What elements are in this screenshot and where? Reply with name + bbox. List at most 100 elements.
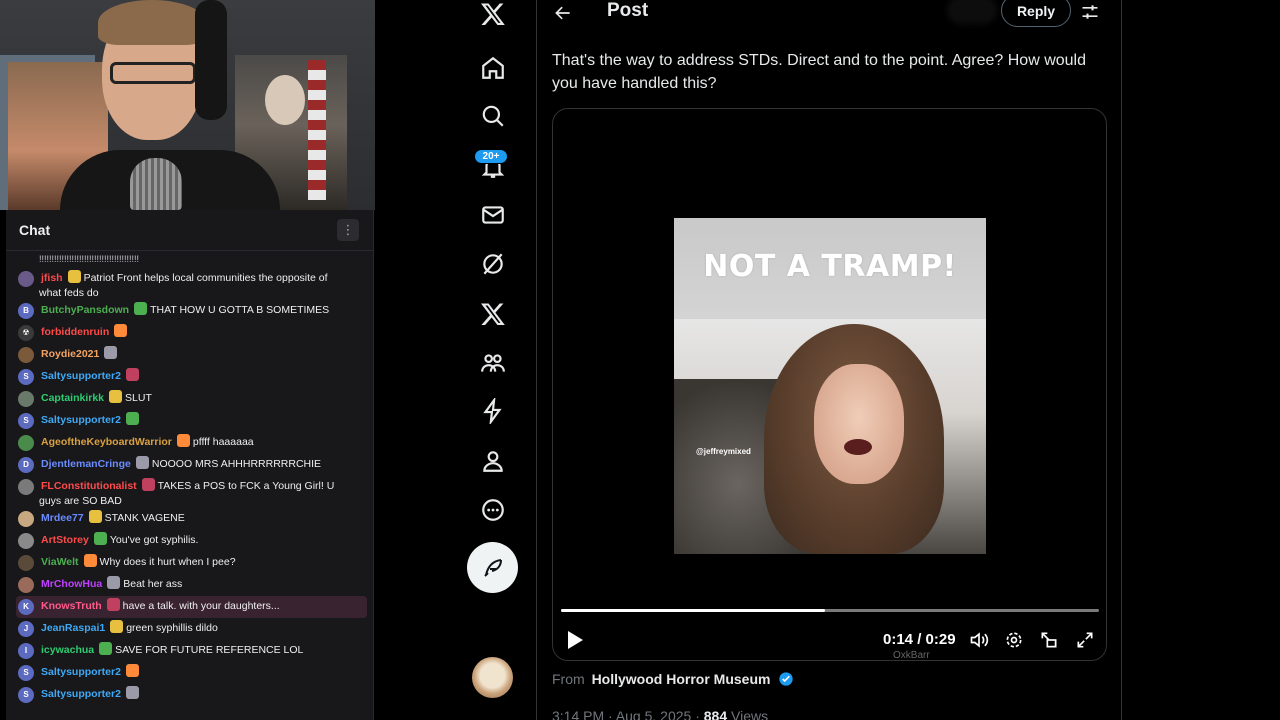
chat-avatar[interactable] [18, 391, 34, 407]
views-label: Views [731, 708, 769, 720]
nav-communities[interactable] [476, 346, 510, 380]
chat-message-list[interactable]: !!!!!!!!!!!!!!!!!!!!!!!!!!!!!!!!!!!!!!!!… [6, 251, 373, 720]
chat-username[interactable]: Saltysupporter2 [41, 370, 121, 382]
chat-avatar[interactable]: ☢ [18, 325, 34, 341]
volume-icon[interactable] [969, 630, 989, 650]
chat-message[interactable]: S Saltysupporter2 [16, 366, 367, 388]
chat-message[interactable]: D DjentlemanCringe NOOOO MRS AHHHRRRRRRCHI… [16, 454, 367, 476]
chat-emote-icon [110, 620, 124, 633]
nav-profile[interactable] [476, 444, 510, 478]
search-icon [482, 105, 504, 127]
chat-avatar[interactable] [18, 435, 34, 451]
mail-icon [482, 206, 504, 224]
fullscreen-icon[interactable] [1075, 630, 1095, 650]
nav-more[interactable] [476, 493, 510, 527]
chat-avatar[interactable] [18, 347, 34, 363]
x-premium-icon [480, 303, 505, 326]
scene-mouth [844, 439, 872, 455]
chat-username[interactable]: jfish [41, 272, 63, 284]
video-player[interactable]: NOT A TRAMP! @jeffreymixed 0:14 / 0:29 O… [552, 108, 1107, 661]
chat-avatar[interactable] [18, 533, 34, 549]
chat-text: SLUT [125, 392, 152, 404]
chat-avatar[interactable]: D [18, 457, 34, 473]
chat-username[interactable]: Saltysupporter2 [41, 414, 121, 426]
chat-emote-icon [99, 642, 113, 655]
column-divider-left [536, 0, 537, 720]
chat-avatar[interactable]: S [18, 687, 34, 703]
chat-username[interactable]: KnowsTruth [41, 600, 102, 612]
back-arrow-icon[interactable] [553, 3, 573, 23]
picture-in-picture-icon[interactable] [1039, 630, 1059, 650]
chat-message[interactable]: Roydie2021 [16, 344, 367, 366]
chat-username[interactable]: Roydie2021 [41, 348, 99, 360]
chat-avatar[interactable] [18, 577, 34, 593]
chat-text: pffff haaaaaa [192, 436, 254, 448]
chat-message[interactable]: S Saltysupporter2 [16, 410, 367, 432]
chat-username[interactable]: icywachua [41, 644, 94, 656]
chat-menu-button[interactable]: ⋮ [337, 219, 359, 241]
chat-username[interactable]: MrChowHua [41, 578, 102, 590]
account-avatar[interactable] [472, 657, 513, 698]
chat-message[interactable]: J JeanRaspai1 green syphillis dildo [16, 618, 367, 640]
post-meta: 3:14 PM · Aug 5, 2025 · 884 Views [552, 708, 768, 720]
chat-avatar[interactable]: J [18, 621, 34, 637]
chat-text: You've got syphilis. [109, 534, 199, 546]
chat-message[interactable]: B ButchyPansdown THAT HOW U GOTTA B SOMETI… [16, 300, 367, 322]
source-account-link[interactable]: Hollywood Horror Museum [592, 671, 771, 687]
nav-verified-orgs[interactable] [476, 394, 510, 428]
home-icon [482, 56, 504, 79]
chat-message[interactable]: MrChowHua Beat her ass [16, 574, 367, 596]
nav-premium[interactable] [476, 297, 510, 331]
chat-avatar[interactable] [18, 511, 34, 527]
chat-username[interactable]: Captainkirkk [41, 392, 104, 404]
chat-message[interactable]: Iicywachua SAVE FOR FUTURE REFERENCE LOL [16, 640, 367, 662]
chat-message[interactable]: S Saltysupporter2 [16, 684, 367, 706]
chat-username[interactable]: ViaWelt [41, 556, 79, 568]
chat-message[interactable]: S Saltysupporter2 [16, 662, 367, 684]
chat-username[interactable]: forbiddenruin [41, 326, 109, 338]
chat-username[interactable]: ButchyPansdown [41, 304, 129, 316]
chat-username[interactable]: Saltysupporter2 [41, 688, 121, 700]
chat-message-body: FLConstitutionalist TAKES a POS to FCK a … [41, 478, 365, 494]
nav-explore[interactable] [476, 99, 510, 133]
nav-grok[interactable] [476, 247, 510, 281]
chat-message[interactable]: ArtStorey You've got syphilis. [16, 530, 367, 552]
chat-avatar[interactable]: K [18, 599, 34, 615]
chat-message-body: Saltysupporter2 [41, 686, 365, 702]
play-icon[interactable] [565, 629, 585, 651]
chat-username[interactable]: FLConstitutionalist [41, 480, 137, 492]
compose-post-button[interactable] [467, 542, 518, 593]
nav-messages[interactable] [476, 198, 510, 232]
chat-username[interactable]: DjentlemanCringe [41, 458, 131, 470]
chat-username[interactable]: Mrdee77 [41, 512, 84, 524]
settings-gear-icon[interactable] [1004, 630, 1024, 650]
chat-emote-icon [83, 554, 97, 567]
chat-message[interactable]: ViaWelt Why does it hurt when I pee? [16, 552, 367, 574]
chat-avatar[interactable]: S [18, 665, 34, 681]
chat-avatar[interactable] [18, 479, 34, 495]
chat-username[interactable]: Saltysupporter2 [41, 666, 121, 678]
chat-message[interactable]: ☢ forbiddenruin [16, 322, 367, 344]
chat-avatar[interactable]: B [18, 303, 34, 319]
chat-username[interactable]: AgeoftheKeyboardWarrior [41, 436, 172, 448]
sliders-icon[interactable] [1080, 2, 1100, 22]
chat-message[interactable]: Captainkirkk SLUT [16, 388, 367, 410]
chat-avatar[interactable] [18, 271, 34, 287]
video-progress-bar[interactable] [561, 609, 1099, 612]
x-logo[interactable] [476, 0, 510, 31]
chat-message-body: AgeoftheKeyboardWarrior pffff haaaaaa [41, 434, 365, 450]
nav-home[interactable] [476, 51, 510, 85]
chat-avatar[interactable]: S [18, 413, 34, 429]
chat-avatar[interactable] [18, 555, 34, 571]
chat-message[interactable]: AgeoftheKeyboardWarrior pffff haaaaaa [16, 432, 367, 454]
chat-username[interactable]: ArtStorey [41, 534, 89, 546]
chat-avatar[interactable]: S [18, 369, 34, 385]
reply-button[interactable]: Reply [1001, 0, 1071, 27]
chat-message-body: Saltysupporter2 [41, 664, 365, 680]
chat-message[interactable]: K KnowsTruth have a talk. with your daught… [16, 596, 367, 618]
chat-username[interactable]: JeanRaspai1 [41, 622, 105, 634]
chat-text: TAKES a POS to FCK a Young Girl! U [157, 480, 335, 492]
chat-message[interactable]: Mrdee77 STANK VAGENE [16, 508, 367, 530]
chat-avatar[interactable]: I [18, 643, 34, 659]
lightning-icon [483, 398, 502, 424]
